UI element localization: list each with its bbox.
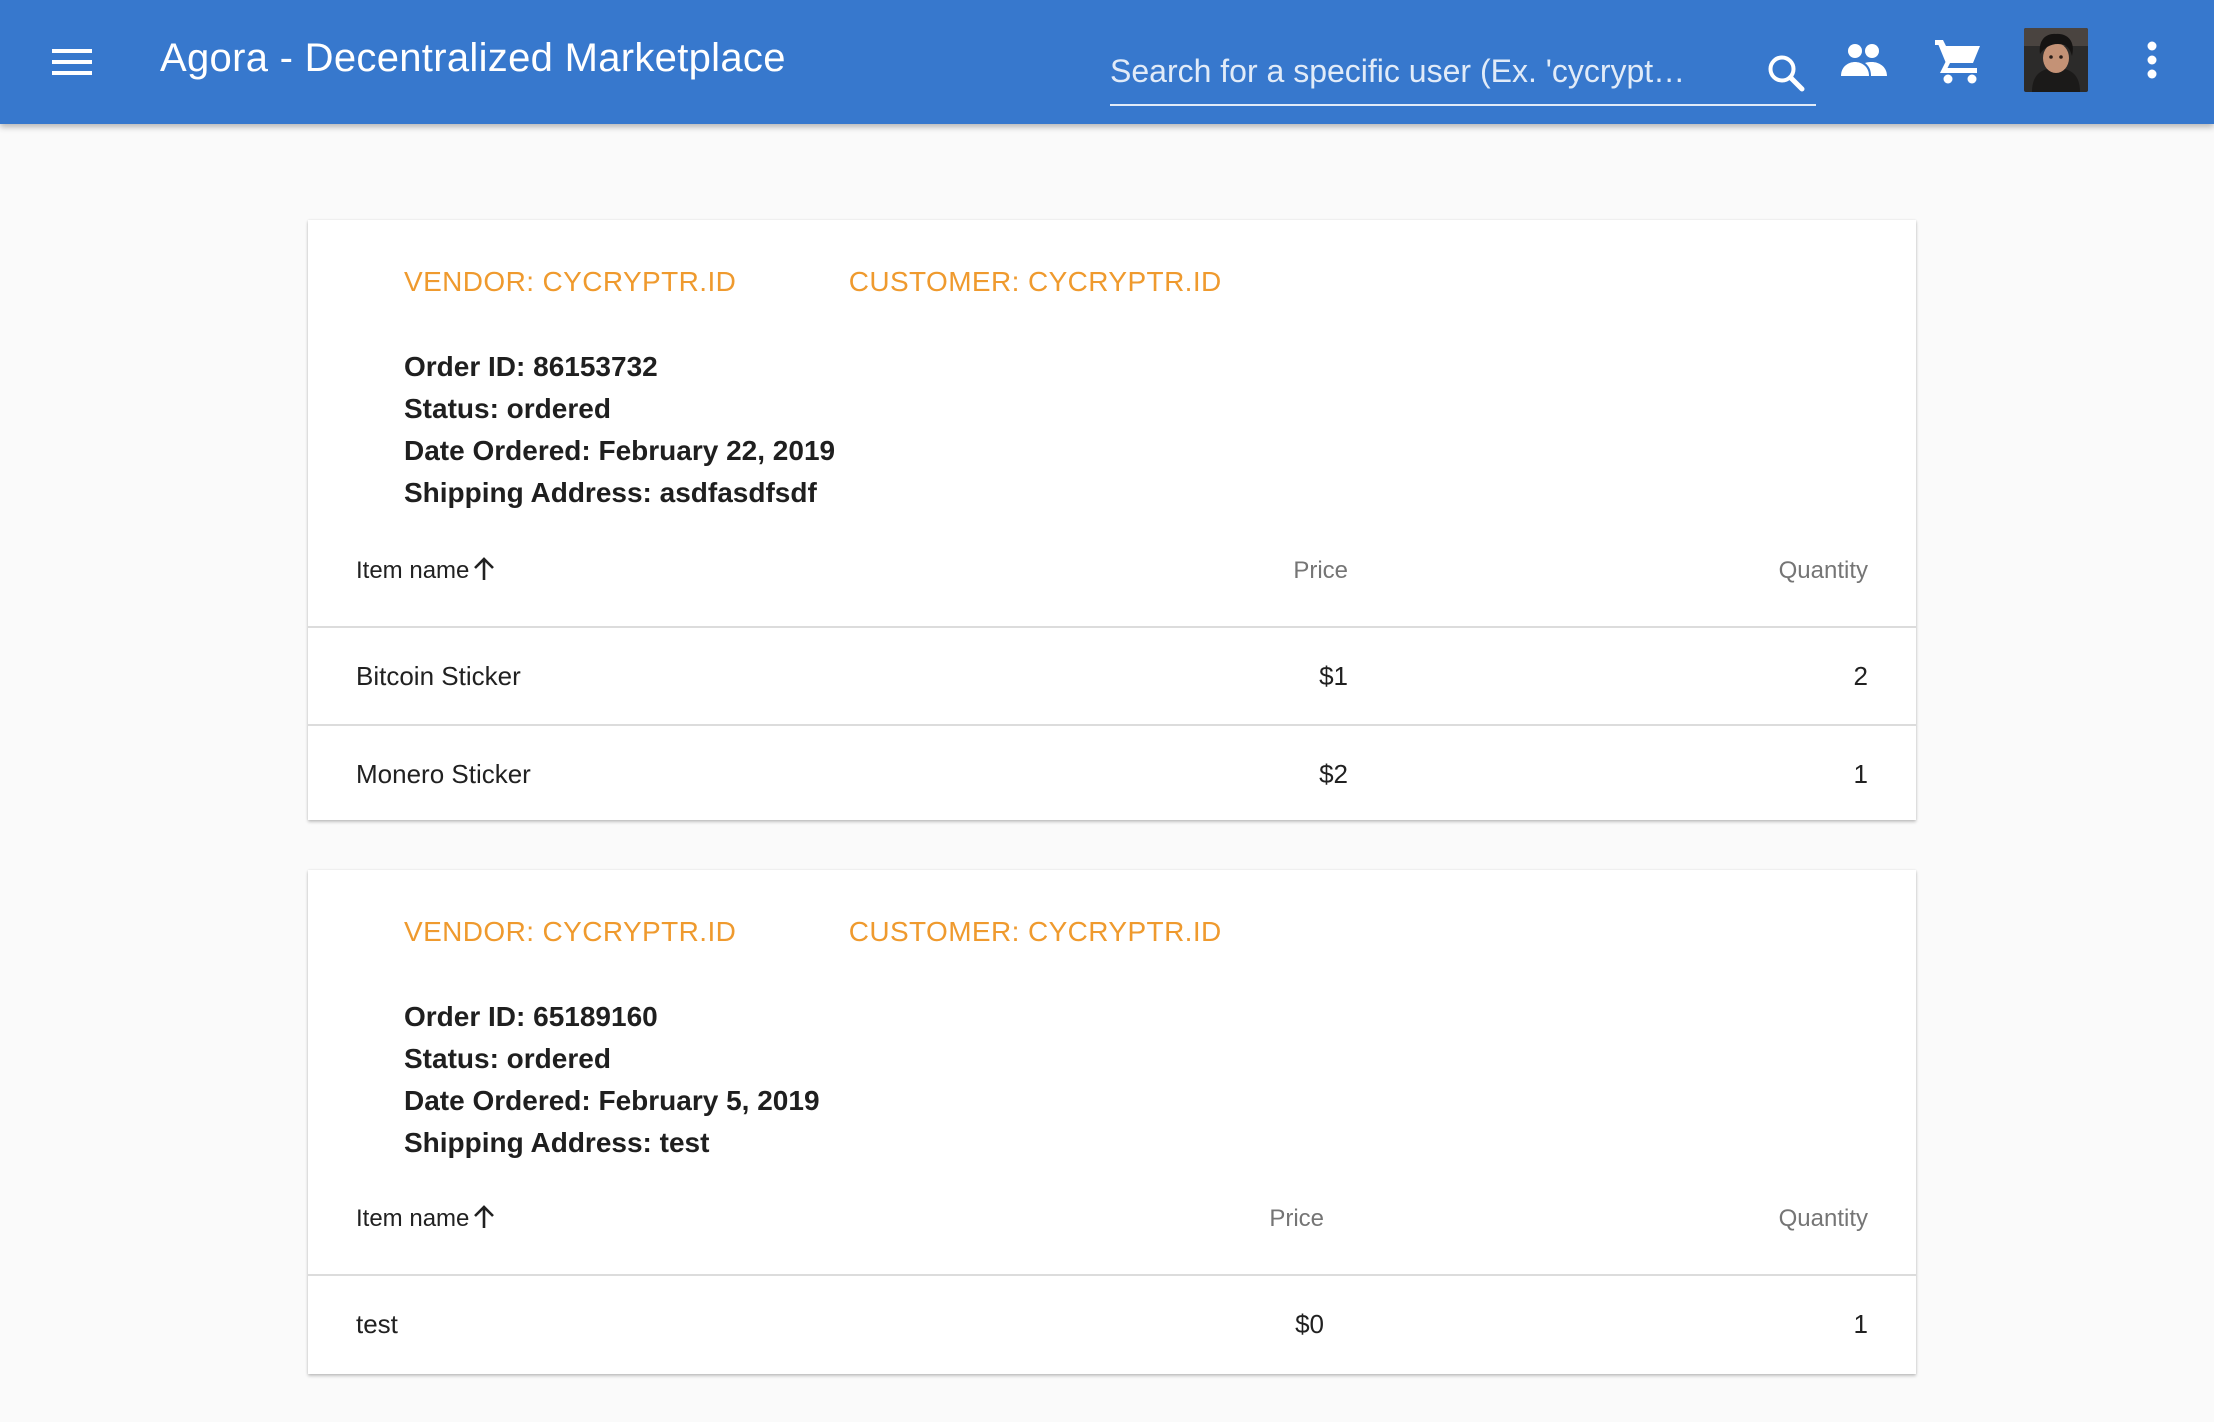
- price-header[interactable]: Price: [808, 516, 1348, 628]
- order-id: Order ID: 86153732: [404, 351, 658, 382]
- item-name-header-label: Item name: [356, 1205, 470, 1232]
- more-vert-icon: [2147, 41, 2157, 79]
- search-input[interactable]: [1110, 44, 1740, 98]
- customer-link[interactable]: CUSTOMER: CYCRYPTR.ID: [849, 912, 1222, 952]
- item-name-header[interactable]: Item name: [308, 516, 808, 628]
- order-date: Date Ordered: February 5, 2019: [404, 1085, 820, 1116]
- app-bar: Agora - Decentralized Marketplace: [0, 0, 2214, 124]
- people-icon: [1841, 44, 1887, 76]
- item-quantity-cell: 1: [1853, 1308, 1868, 1339]
- search-icon[interactable]: [1762, 48, 1812, 98]
- order-id: Order ID: 65189160: [404, 1001, 658, 1032]
- order-details: Order ID: 65189160 Status: ordered Date …: [404, 996, 820, 1164]
- item-price-cell: $2: [1319, 758, 1348, 789]
- item-price-cell: $1: [808, 627, 1348, 726]
- order-details: Order ID: 86153732 Status: ordered Date …: [404, 346, 835, 514]
- customer-link[interactable]: CUSTOMER: CYCRYPTR.ID: [849, 262, 1222, 302]
- cart-button[interactable]: [1926, 28, 1990, 92]
- table-row: test $0 1: [308, 1275, 1916, 1372]
- vendor-link[interactable]: VENDOR: CYCRYPTR.ID: [404, 912, 736, 952]
- menu-icon: [52, 49, 92, 75]
- order-status: Status: ordered: [404, 393, 611, 424]
- shipping-address: Shipping Address: test: [404, 1127, 710, 1158]
- more-options-button[interactable]: [2120, 28, 2184, 92]
- arrow-up-icon: [474, 1205, 495, 1228]
- table-row: Bitcoin Sticker $1 2: [308, 627, 1916, 726]
- order-items-table: Item name Price Quantity Bitcoin Sticker…: [308, 516, 1916, 822]
- order-parties: VENDOR: CYCRYPTR.ID CUSTOMER: CYCRYPTR.I…: [404, 262, 1222, 302]
- app-title: Agora - Decentralized Marketplace: [160, 36, 786, 80]
- order-card: VENDOR: CYCRYPTR.ID CUSTOMER: CYCRYPTR.I…: [308, 220, 1916, 820]
- menu-button[interactable]: [36, 26, 108, 98]
- users-button[interactable]: [1832, 28, 1896, 92]
- order-date: Date Ordered: February 22, 2019: [404, 435, 836, 466]
- quantity-header[interactable]: Quantity: [1348, 516, 1916, 628]
- order-status: Status: ordered: [404, 1043, 611, 1074]
- item-price-cell: $0: [1295, 1308, 1324, 1339]
- item-name-cell: Monero Sticker: [356, 758, 531, 789]
- price-header[interactable]: Price: [808, 1164, 1324, 1276]
- arrow-up-icon: [474, 557, 495, 580]
- table-header-row: Item name Price Quantity: [308, 1164, 1916, 1276]
- item-quantity-cell: 1: [1853, 758, 1868, 789]
- item-name-cell: Bitcoin Sticker: [308, 627, 808, 726]
- item-name-header-label: Item name: [356, 557, 470, 584]
- item-name-cell: test: [356, 1308, 398, 1339]
- order-parties: VENDOR: CYCRYPTR.ID CUSTOMER: CYCRYPTR.I…: [404, 912, 1222, 952]
- user-search: [1110, 44, 1816, 106]
- quantity-header[interactable]: Quantity: [1324, 1164, 1916, 1276]
- order-items-table: Item name Price Quantity test $0 1: [308, 1164, 1916, 1372]
- table-header-row: Item name Price Quantity: [308, 516, 1916, 628]
- table-row: Monero Sticker $2 1: [308, 725, 1916, 822]
- vendor-link[interactable]: VENDOR: CYCRYPTR.ID: [404, 262, 736, 302]
- shopping-cart-icon: [1935, 40, 1980, 84]
- order-card: VENDOR: CYCRYPTR.ID CUSTOMER: CYCRYPTR.I…: [308, 870, 1916, 1374]
- item-name-header[interactable]: Item name: [308, 1164, 808, 1276]
- user-avatar[interactable]: [2024, 28, 2088, 92]
- item-quantity-cell: 2: [1348, 627, 1916, 726]
- shipping-address: Shipping Address: asdfasdfsdf: [404, 477, 817, 508]
